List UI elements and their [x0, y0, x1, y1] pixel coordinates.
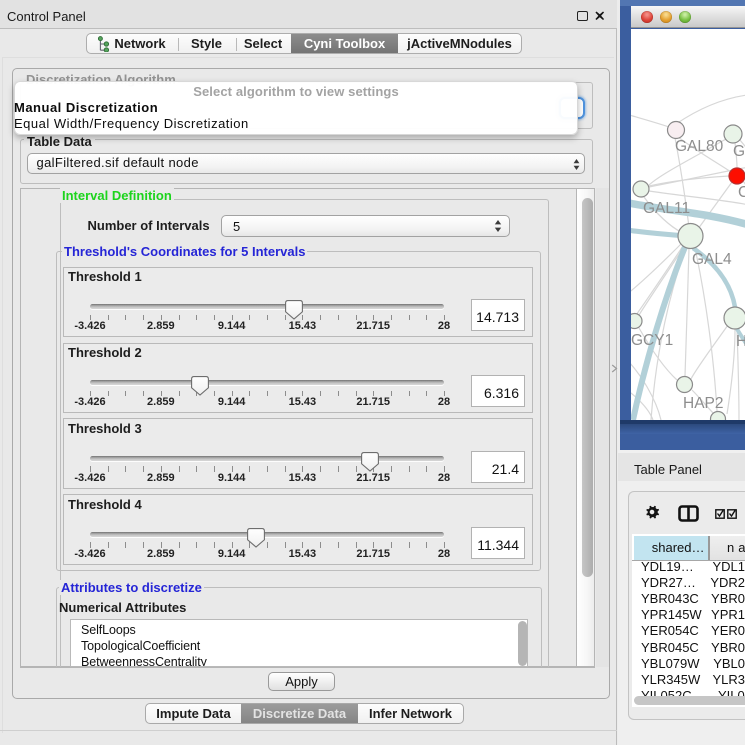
svg-text:GCY1: GCY1	[631, 332, 673, 349]
svg-text:GAL11: GAL11	[643, 200, 690, 217]
svg-text:H: H	[736, 333, 745, 350]
svg-text:HAP2: HAP2	[683, 395, 724, 412]
svg-text:C: C	[738, 184, 745, 201]
svg-text:GA: GA	[733, 143, 745, 160]
svg-text:GAL80: GAL80	[675, 138, 724, 155]
svg-text:GAL4: GAL4	[692, 251, 732, 268]
